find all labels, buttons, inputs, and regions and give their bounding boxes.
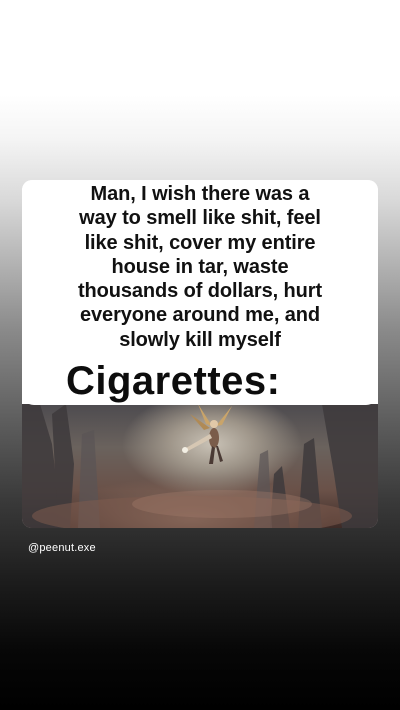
- meme-caption: Man, I wish there was a way to smell lik…: [22, 182, 378, 352]
- flying-hero-illustration-icon: [22, 404, 378, 528]
- caption-line: everyone around me, and: [80, 304, 320, 327]
- caption-line: way to smell like shit, feel: [79, 207, 321, 230]
- caption-line: like shit, cover my entire: [84, 231, 316, 254]
- meme-card: Man, I wish there was a way to smell lik…: [22, 180, 378, 528]
- caption-line: house in tar, waste: [111, 255, 289, 278]
- caption-line: thousands of dollars, hurt: [77, 280, 323, 303]
- meme-caption-area: Man, I wish there was a way to smell lik…: [22, 180, 378, 405]
- caption-line: Man, I wish there was a: [90, 183, 310, 205]
- meme-image: [22, 404, 378, 528]
- account-handle[interactable]: @peenut.exe: [28, 542, 96, 554]
- meme-punchline: Cigarettes:: [66, 359, 281, 403]
- caption-line: slowly kill myself: [119, 328, 281, 351]
